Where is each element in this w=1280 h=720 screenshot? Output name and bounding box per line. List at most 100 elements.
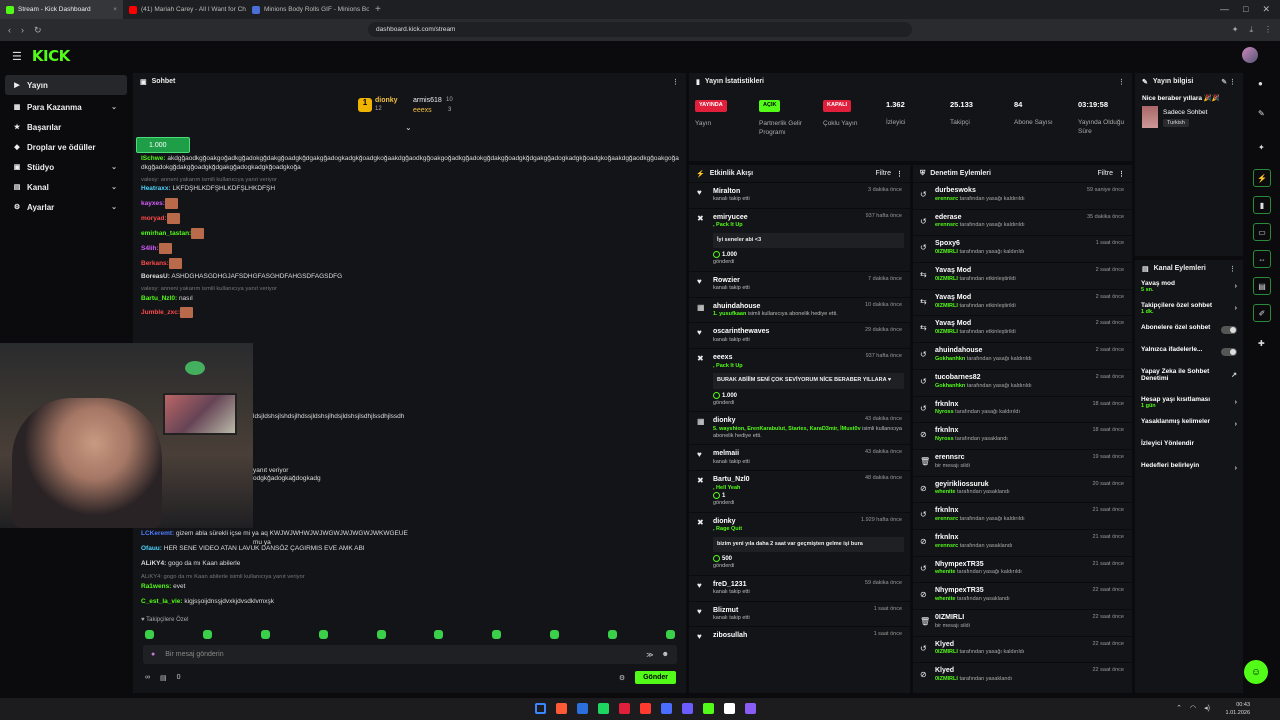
chat-username[interactable]: ALiKY4:	[141, 560, 166, 567]
quick-emote-icon[interactable]	[492, 630, 502, 639]
maximize-icon[interactable]: □	[1243, 4, 1248, 15]
chat-username[interactable]: Heatraxx:	[141, 185, 171, 192]
edit-stream-info-icon[interactable]: ✎ ⋮	[1221, 78, 1236, 86]
sidebar-item[interactable]: ⚙ Ayarlar ⌄	[0, 197, 130, 217]
emoji-icon[interactable]: ☻	[662, 651, 669, 659]
channel-action-item[interactable]: Hesap yaşı kısıtlaması 1 gün ›	[1135, 393, 1243, 415]
gift-icon[interactable]: ▤	[160, 674, 167, 682]
chat-username[interactable]: kayxes:	[141, 200, 165, 207]
close-window-icon[interactable]: ✕	[1262, 4, 1270, 15]
chat-input-placeholder[interactable]: Bir mesaj gönderin	[165, 651, 223, 658]
chat-username[interactable]: C_est_la_vie:	[141, 598, 183, 605]
quick-emote-icon[interactable]	[550, 630, 560, 639]
channel-action-item[interactable]: Abonelere özel sohbet	[1135, 321, 1243, 343]
chevron-down-icon[interactable]: ⌄	[111, 183, 117, 191]
tab-title[interactable]: Stream - Kick Dashboard	[18, 6, 91, 13]
quick-emote-icon[interactable]	[145, 630, 154, 639]
channel-action-item[interactable]: Hedefleri belirleyin ›	[1135, 459, 1243, 481]
chat-username[interactable]: moryad:	[141, 215, 167, 222]
toggle-switch[interactable]	[1221, 348, 1237, 356]
channel-action-item[interactable]: Takipçilere özel sohbet 1 dk. ›	[1135, 299, 1243, 321]
lightning-tool-icon[interactable]: ⚡	[1253, 169, 1271, 187]
moderator-name[interactable]: 0IZMIRLI	[935, 329, 958, 335]
reload-icon[interactable]: ↻	[34, 25, 42, 36]
sidebar-item[interactable]: ▶ Yayın	[5, 75, 127, 95]
sidebar-item[interactable]: ▦ Para Kazanma ⌄	[0, 97, 130, 117]
activity-options-icon[interactable]: ⋮	[896, 170, 903, 178]
pencil-icon[interactable]: ✎	[1258, 109, 1265, 118]
moderator-name[interactable]: whenite	[935, 489, 955, 495]
url-field[interactable]: dashboard.kick.com/stream	[368, 22, 912, 37]
moderator-name[interactable]: whenite	[935, 569, 955, 575]
back-icon[interactable]: ‹	[8, 25, 11, 35]
chevron-right-icon[interactable]: ›	[1235, 283, 1237, 290]
taskbar-app-icon[interactable]	[535, 703, 546, 714]
moderator-name[interactable]: erennsrc	[935, 196, 958, 202]
taskbar-app-icon[interactable]	[724, 703, 735, 714]
channel-actions-options-icon[interactable]: ⋮	[1229, 265, 1236, 273]
chevron-right-icon[interactable]: ›	[1235, 465, 1237, 472]
add-widget-icon[interactable]: ✚	[1258, 339, 1265, 348]
volume-icon[interactable]: ◂)	[1204, 704, 1210, 712]
sidebar-item[interactable]: ★ Başarılar	[0, 117, 130, 137]
pinned-kicks-banner[interactable]: 1.000	[136, 137, 190, 153]
moderator-name[interactable]: Nyross	[935, 436, 954, 442]
chevron-right-icon[interactable]: ›	[1235, 421, 1237, 428]
crosshair-icon[interactable]: ✦	[1258, 143, 1265, 152]
chevron-up-icon[interactable]: ⌃	[1176, 704, 1182, 712]
moderator-name[interactable]: erennsrc	[935, 543, 958, 549]
chat-username[interactable]: S4lih:	[141, 245, 159, 252]
moderator-name[interactable]: whenite	[935, 596, 955, 602]
chat-username[interactable]: Berkans:	[141, 260, 169, 267]
channel-action-item[interactable]: Yavaş mod 5 sn. ›	[1135, 277, 1243, 299]
moderator-name[interactable]: 0IZMIRLI	[935, 249, 958, 255]
wrench-tool-icon[interactable]: ✐	[1253, 304, 1271, 322]
moderator-name[interactable]: Nyross	[935, 409, 954, 415]
user-avatar[interactable]	[1242, 47, 1258, 63]
sidebar-item[interactable]: ◆ Droplar ve ödüller	[0, 137, 130, 157]
quick-emote-icon[interactable]	[202, 630, 212, 639]
taskbar-app-icon[interactable]	[619, 703, 630, 714]
channel-action-item[interactable]: İzleyici Yönlendir	[1135, 437, 1243, 459]
collapse-podium-icon[interactable]: ⌄	[405, 123, 412, 132]
quick-emote-icon[interactable]	[665, 630, 675, 639]
tab-title[interactable]: (41) Mariah Carey - All I Want for Ch	[141, 6, 246, 13]
chat-username[interactable]: Ra1wens:	[141, 583, 171, 590]
browser-tab[interactable]: Stream - Kick Dashboard ×	[0, 0, 123, 19]
taskbar-app-icon[interactable]	[745, 703, 756, 714]
info-icon[interactable]: ●	[1258, 79, 1263, 88]
taskbar-app-icon[interactable]	[640, 703, 651, 714]
link-tool-icon[interactable]: ⇔	[1253, 250, 1271, 268]
quick-emote-icon[interactable]	[318, 630, 328, 639]
moderator-name[interactable]: Gokhanhkn	[935, 383, 965, 389]
moderator-name[interactable]: 0IZMIRLI	[935, 649, 958, 655]
chat-tool-icon[interactable]: ▭	[1253, 223, 1271, 241]
taskbar-app-icon[interactable]	[577, 703, 588, 714]
chat-username[interactable]: ISchwe:	[141, 155, 166, 162]
chevron-right-icon[interactable]: ›	[1235, 399, 1237, 406]
taskbar-app-icon[interactable]	[598, 703, 609, 714]
moderator-name[interactable]: Gokhanhkn	[935, 356, 965, 362]
sidebar-item[interactable]: ▤ Kanal ⌄	[0, 177, 130, 197]
close-tab-icon[interactable]: ×	[113, 6, 117, 13]
moderator-name[interactable]: erennsrc	[935, 222, 958, 228]
browser-tab[interactable]: (41) Mariah Carey - All I Want for Ch×	[123, 0, 246, 19]
help-chat-icon[interactable]: ☺	[1244, 660, 1268, 684]
taskbar-app-icon[interactable]	[682, 703, 693, 714]
system-clock[interactable]: 00:43 1.01.2026	[1226, 701, 1250, 718]
tab-title[interactable]: Minions Body Rolls GIF - Minions Bo	[264, 6, 369, 13]
download-icon[interactable]: ⤓	[1249, 25, 1253, 35]
kick-logo[interactable]: KICK	[32, 47, 70, 65]
chat-options-icon[interactable]: ⋮	[672, 78, 679, 86]
quick-emote-icon[interactable]	[608, 630, 617, 639]
chevron-down-icon[interactable]: ⌄	[111, 103, 117, 111]
kick-emote-icon[interactable]: ≫	[646, 651, 653, 659]
chat-username[interactable]: LCKeremt:	[141, 530, 174, 537]
extensions-icon[interactable]: ✦	[1232, 25, 1239, 35]
chat-username[interactable]: emirhan_tastan:	[141, 230, 191, 237]
moderation-filter-button[interactable]: Filtre	[1097, 170, 1113, 177]
chat-username[interactable]: Jumble_zxc:	[141, 310, 180, 317]
channel-action-item[interactable]: Yalnızca ifadelerle...	[1135, 343, 1243, 365]
external-link-icon[interactable]: ↗	[1231, 371, 1237, 379]
infinity-icon[interactable]: ∞	[145, 674, 150, 681]
